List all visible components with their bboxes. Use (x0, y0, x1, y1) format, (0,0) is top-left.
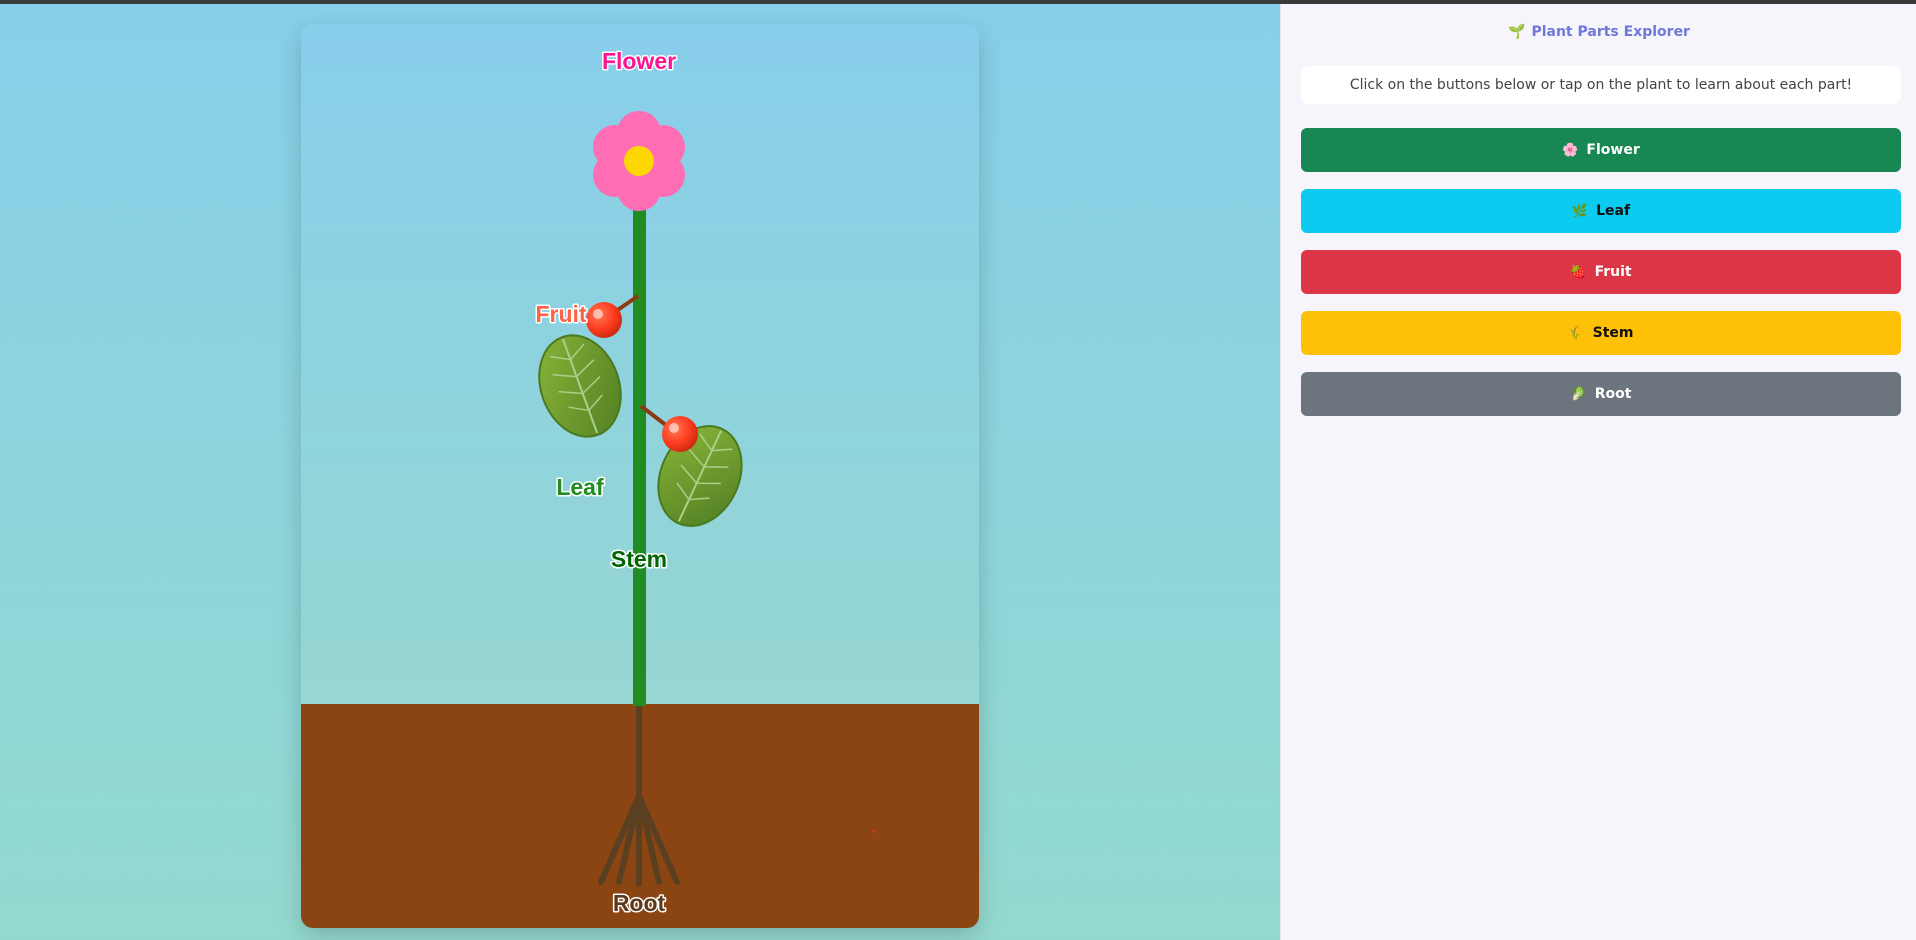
flower-center (624, 146, 654, 176)
stem-icon: 🌾 (1568, 325, 1585, 341)
leaf-button-label: Leaf (1596, 203, 1631, 219)
flower-button[interactable]: 🌸 Flower (1301, 128, 1901, 172)
fruit-button[interactable]: 🍓 Fruit (1301, 250, 1901, 294)
fruit-part-upper[interactable] (586, 302, 622, 338)
leaf-icon: 🌿 (1571, 203, 1589, 219)
flower-label[interactable]: Flower (600, 47, 677, 76)
stem-button[interactable]: 🌾 Stem (1301, 311, 1901, 355)
fruit-icon: 🍓 (1570, 264, 1587, 280)
root-icon: 🥬 (1570, 386, 1587, 402)
info-panel: 🌱 Plant Parts Explorer Click on the butto… (1280, 4, 1916, 940)
instructions-text: Click on the buttons below or tap on the… (1301, 66, 1901, 104)
flower-icon: 🌸 (1562, 142, 1579, 158)
stem-label[interactable]: Stem (609, 545, 668, 574)
root-button[interactable]: 🥬 Root (1301, 372, 1901, 416)
fruit-part-lower[interactable] (662, 416, 698, 452)
plant-illustration: Flower Fruit Leaf Stem Root (301, 24, 979, 928)
fruit-label[interactable]: Fruit (534, 300, 588, 329)
root-label[interactable]: Root (611, 889, 667, 918)
soil-speck (872, 829, 876, 833)
leaf-button[interactable]: 🌿 Leaf (1301, 189, 1901, 233)
plant-stage[interactable]: Flower Fruit Leaf Stem Root (301, 24, 979, 928)
stem-part[interactable] (633, 199, 646, 706)
panel-title: 🌱 Plant Parts Explorer (1281, 24, 1916, 40)
panel-title-text: Plant Parts Explorer (1531, 24, 1690, 40)
fruit-button-label: Fruit (1594, 264, 1632, 280)
stem-button-label: Stem (1592, 325, 1634, 341)
root-button-label: Root (1594, 386, 1632, 402)
seedling-icon: 🌱 (1508, 24, 1526, 40)
flower-button-label: Flower (1586, 142, 1640, 158)
leaf-label[interactable]: Leaf (555, 473, 606, 502)
